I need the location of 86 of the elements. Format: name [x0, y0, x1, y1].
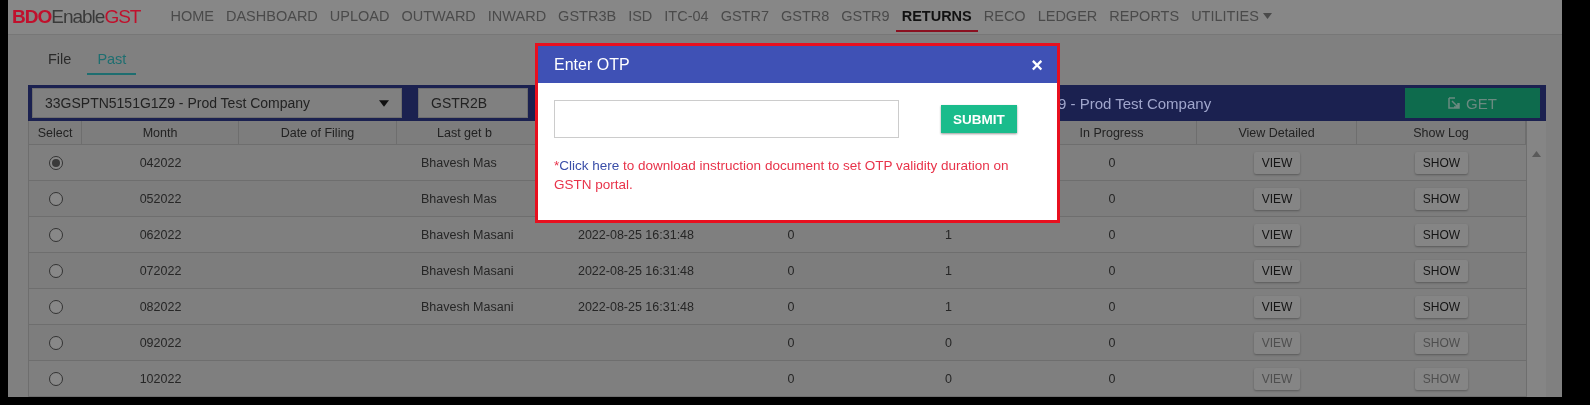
table-cell: 0	[787, 335, 795, 350]
table-cell: 092022	[139, 335, 182, 350]
table-cell: 0	[787, 227, 795, 242]
radio-button[interactable]	[48, 191, 63, 206]
table-cell: 0	[787, 371, 795, 386]
table-cell: 0	[945, 371, 952, 386]
otp-input[interactable]	[554, 100, 899, 138]
table-cell: 0	[1108, 371, 1116, 386]
scrollbar[interactable]	[1526, 121, 1546, 397]
table-cell: 052022	[139, 191, 182, 206]
table-cell: 072022	[139, 263, 182, 278]
table-cell: 082022	[139, 299, 182, 314]
get-button[interactable]: GET	[1405, 88, 1540, 118]
table-cell: 0	[787, 263, 795, 278]
instruction-note: *Click here to download instruction document to set OTP validity duration on GSTN portal.	[554, 157, 1010, 194]
nav-item[interactable]: RETURNS	[895, 2, 978, 32]
return-select[interactable]: GSTR2B	[418, 88, 528, 118]
table-cell: 0	[1108, 335, 1116, 350]
table-cell: 1	[945, 299, 952, 314]
nav-item[interactable]: OUTWARD	[395, 2, 482, 32]
table-cell: Bhavesh Masani	[421, 299, 514, 314]
radio-button[interactable]	[48, 227, 63, 242]
scroll-up-icon[interactable]	[1532, 151, 1541, 157]
caret-icon	[379, 99, 389, 107]
table-cell: 102022	[139, 371, 182, 386]
view-button[interactable]: VIEW	[1253, 295, 1301, 318]
nav-item[interactable]: ISD	[622, 2, 659, 32]
table-cell: Bhavesh Masani	[421, 263, 514, 278]
table-cell: 0	[1108, 191, 1116, 206]
table-cell: 0	[787, 299, 795, 314]
nav-item[interactable]: UTILITIES	[1185, 2, 1278, 32]
table-cell: Bhavesh Mas	[421, 191, 497, 206]
view-button[interactable]: VIEW	[1253, 223, 1301, 246]
column-header: Last get b	[437, 125, 492, 140]
table-cell: 062022	[139, 227, 182, 242]
radio-button[interactable]	[48, 371, 63, 386]
table-cell: 1	[945, 263, 952, 278]
view-button[interactable]: VIEW	[1253, 151, 1301, 174]
nav-item[interactable]: UPLOAD	[323, 2, 396, 32]
table-cell: Bhavesh Masani	[421, 227, 514, 242]
nav-item[interactable]: ITC-04	[658, 2, 715, 32]
table-cell: 2022-08-25 16:31:48	[577, 299, 695, 314]
radio-button[interactable]	[48, 263, 63, 278]
column-header: Select	[29, 121, 82, 144]
click-here-link[interactable]: Click here	[559, 158, 620, 173]
company-select[interactable]: 33GSPTN5151G1Z9 - Prod Test Company	[32, 88, 402, 118]
nav-item[interactable]: GSTR7	[714, 2, 775, 32]
nav-item[interactable]: REPORTS	[1103, 2, 1186, 32]
table-cell: 0	[1108, 155, 1116, 170]
nav-item[interactable]: RECO	[977, 2, 1032, 32]
nav-item[interactable]: INWARD	[481, 2, 553, 32]
table-cell: 0	[1108, 263, 1116, 278]
radio-button[interactable]	[48, 155, 63, 170]
show-button[interactable]: SHOW	[1414, 259, 1469, 282]
tab[interactable]: File	[38, 45, 82, 75]
column-header: Month	[82, 121, 239, 144]
table-cell: 0	[1108, 299, 1116, 314]
nav-item[interactable]: HOME	[164, 2, 220, 32]
view-button[interactable]: VIEW	[1253, 187, 1301, 210]
radio-button[interactable]	[48, 335, 63, 350]
close-button[interactable]: ×	[1031, 54, 1043, 75]
table-cell: 2022-08-25 16:31:48	[577, 263, 695, 278]
column-header: View Detailed	[1197, 121, 1357, 144]
nav-item[interactable]: DASHBOARD	[219, 2, 324, 32]
dialog-title: Enter OTP	[554, 55, 630, 74]
nav-item[interactable]: LEDGER	[1031, 2, 1104, 32]
show-button[interactable]: SHOW	[1414, 295, 1469, 318]
submit-button[interactable]: SUBMIT	[941, 105, 1017, 133]
column-header: Date of Filing	[239, 121, 397, 144]
table-cell: 2022-08-25 16:31:48	[577, 227, 695, 242]
table-cell: 0	[1108, 227, 1116, 242]
table-cell: 0	[945, 335, 952, 350]
show-button[interactable]: SHOW	[1414, 187, 1469, 210]
nav-item[interactable]: GSTR3B	[552, 2, 623, 32]
table-cell: 042022	[139, 155, 182, 170]
nav-item[interactable]: GSTR8	[774, 2, 836, 32]
view-button[interactable]: VIEW	[1253, 259, 1301, 282]
table-cell: 1	[945, 227, 952, 242]
radio-button[interactable]	[48, 299, 63, 314]
table-cell: Bhavesh Mas	[421, 155, 497, 170]
tab[interactable]: Past	[87, 45, 137, 75]
logo: BDOEnableGST	[12, 6, 141, 28]
download-icon	[1448, 97, 1461, 109]
show-button[interactable]: SHOW	[1414, 151, 1469, 174]
nav-item[interactable]: GSTR9	[835, 2, 896, 32]
show-button[interactable]: SHOW	[1414, 223, 1469, 246]
